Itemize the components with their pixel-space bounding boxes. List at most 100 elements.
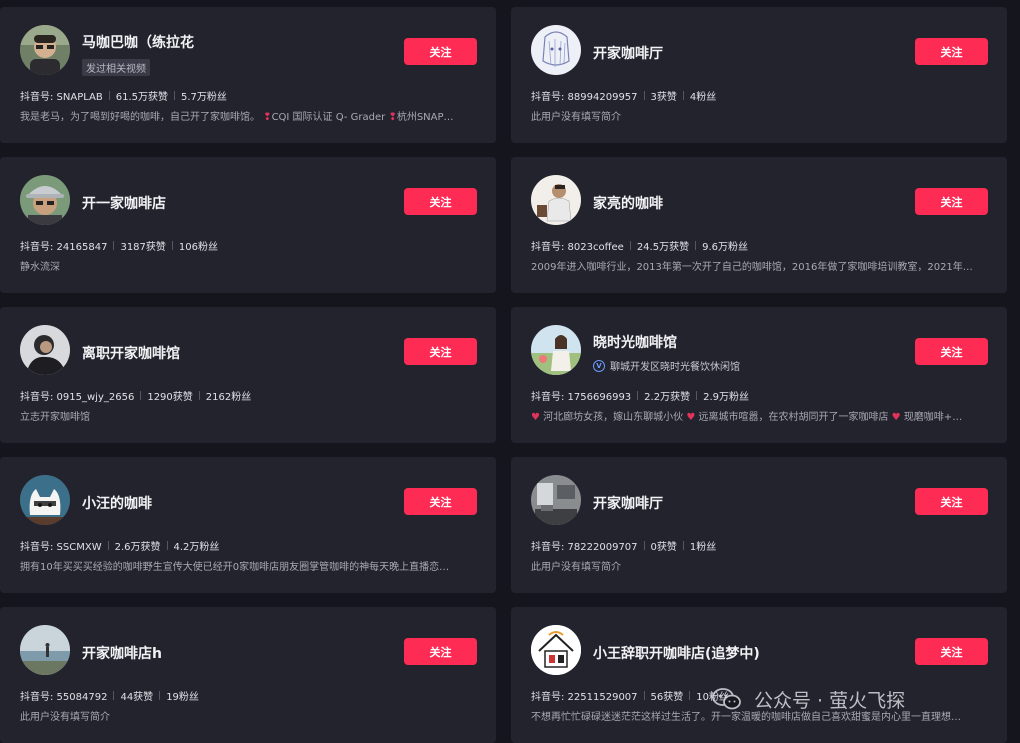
divider [637, 391, 639, 400]
divider [174, 91, 176, 100]
barista-avatar[interactable] [531, 175, 581, 225]
fans-count: 1粉丝 [689, 542, 717, 553]
heart-icon: ♥ [683, 412, 699, 423]
user-card-2[interactable]: 开家咖啡厅 关注 抖音号: 88994209957 3获赞 4粉丝 此用户没有填… [511, 7, 1007, 143]
likes-count: 1290获赞 [147, 392, 193, 403]
divider [643, 91, 645, 100]
fans-count: 19粉丝 [166, 692, 199, 703]
user-name[interactable]: 小汪的咖啡 [82, 493, 152, 513]
user-stats: 抖音号: 78222009707 0获赞 1粉丝 [531, 538, 716, 553]
divider [643, 541, 645, 550]
fans-count: 4.2万粉丝 [173, 542, 220, 553]
fans-count: 106粉丝 [178, 242, 218, 253]
follow-button[interactable]: 关注 [404, 38, 477, 65]
seaside-avatar[interactable] [20, 625, 70, 675]
user-name[interactable]: 开家咖啡厅 [593, 493, 663, 513]
woman-field-avatar[interactable] [531, 325, 581, 375]
user-name[interactable]: 家亮的咖啡 [593, 193, 663, 213]
user-bio: 此用户没有填写简介 [20, 712, 110, 723]
douyin-id: 抖音号: 55084792 [20, 692, 108, 703]
user-card-6[interactable]: 晓时光咖啡馆 V 聊城开发区晓时光餐饮休闲馆 关注 抖音号: 1756696993… [511, 307, 1007, 443]
logo-avatar[interactable] [531, 625, 581, 675]
divider [643, 691, 645, 700]
man-hat-avatar[interactable] [20, 175, 70, 225]
follow-button[interactable]: 关注 [915, 638, 988, 665]
user-bio: 立志开家咖啡馆 [20, 412, 90, 423]
follow-button[interactable]: 关注 [915, 188, 988, 215]
divider [682, 541, 684, 550]
fans-count: 2.9万粉丝 [703, 392, 749, 403]
verified-badge: V 聊城开发区晓时光餐饮休闲馆 [593, 358, 740, 373]
likes-count: 3获赞 [650, 92, 677, 103]
follow-button[interactable]: 关注 [915, 38, 988, 65]
follow-button[interactable]: 关注 [404, 638, 477, 665]
fans-count: 4粉丝 [689, 92, 717, 103]
fans-count: 5.7万粉丝 [181, 92, 227, 103]
follow-button[interactable]: 关注 [404, 188, 477, 215]
watermark: 公众号 · 萤火飞探 [712, 684, 905, 714]
divider [113, 691, 115, 700]
douyin-id: 抖音号: 1756696993 [531, 392, 632, 403]
interior-avatar[interactable] [531, 475, 581, 525]
user-bio: 拥有10年买买买经验的咖啡野生宣传大使已经开0家咖啡店朋友圈掌管咖啡的神每天晚上… [20, 562, 450, 573]
user-name[interactable]: 小王辞职开咖啡店(追梦中) [593, 643, 760, 663]
likes-count: 24.5万获赞 [636, 242, 690, 253]
user-name[interactable]: 离职开家咖啡馆 [82, 343, 180, 363]
heart-icon: ♥ [531, 412, 544, 423]
follow-button[interactable]: 关注 [404, 488, 477, 515]
pin-icon: ❢ [260, 112, 272, 123]
verified-icon: V [593, 359, 605, 372]
likes-count: 61.5万获赞 [115, 92, 169, 103]
douyin-id: 抖音号: SNAPLAB [20, 92, 103, 103]
follow-button[interactable]: 关注 [404, 338, 477, 365]
user-stats: 抖音号: 0915_wjy_2656 1290获赞 2162粉丝 [20, 388, 251, 403]
user-card-10[interactable]: 小王辞职开咖啡店(追梦中) 关注 抖音号: 22511529007 56获赞 1… [511, 607, 1007, 743]
anime-sketch-avatar[interactable] [531, 25, 581, 75]
divider [629, 241, 631, 250]
likes-count: 44获赞 [120, 692, 154, 703]
user-bio: 我是老马，为了喝到好喝的咖啡，自己开了家咖啡馆。 ❢CQI 国际认证 Q- Gr… [20, 112, 454, 123]
user-stats: 抖音号: SSCMXW 2.6万获赞 4.2万粉丝 [20, 538, 219, 553]
user-name[interactable]: 开一家咖啡店 [82, 193, 166, 213]
user-card-4[interactable]: 家亮的咖啡 关注 抖音号: 8023coffee 24.5万获赞 9.6万粉丝 … [511, 157, 1007, 293]
user-bio: 此用户没有填写简介 [531, 112, 621, 123]
user-card-1[interactable]: 马咖巴咖（练拉花 发过相关视频 关注 抖音号: SNAPLAB 61.5万获赞 … [0, 7, 496, 143]
user-stats: 抖音号: 1756696993 2.2万获赞 2.9万粉丝 [531, 388, 749, 403]
user-bio: 静水流深 [20, 262, 60, 273]
man-glasses-avatar[interactable] [20, 25, 70, 75]
divider [198, 391, 200, 400]
divider [159, 691, 161, 700]
divider [695, 241, 697, 250]
likes-count: 0获赞 [650, 542, 677, 553]
divider [166, 541, 168, 550]
user-card-7[interactable]: 小汪的咖啡 关注 抖音号: SSCMXW 2.6万获赞 4.2万粉丝 拥有10年… [0, 457, 496, 593]
douyin-id: 抖音号: 24165847 [20, 242, 108, 253]
douyin-id: 抖音号: 8023coffee [531, 242, 624, 253]
follow-button[interactable]: 关注 [915, 488, 988, 515]
fans-count: 2162粉丝 [205, 392, 252, 403]
douyin-id: 抖音号: 0915_wjy_2656 [20, 392, 135, 403]
divider [113, 241, 115, 250]
divider [108, 91, 110, 100]
user-card-8[interactable]: 开家咖啡厅 关注 抖音号: 78222009707 0获赞 1粉丝 此用户没有填… [511, 457, 1007, 593]
person-dark-avatar[interactable] [20, 325, 70, 375]
user-name[interactable]: 晓时光咖啡馆 [593, 332, 677, 352]
user-name[interactable]: 开家咖啡厅 [593, 43, 663, 63]
divider [107, 541, 109, 550]
cat-avatar[interactable] [20, 475, 70, 525]
user-stats: 抖音号: 8023coffee 24.5万获赞 9.6万粉丝 [531, 238, 748, 253]
user-card-5[interactable]: 离职开家咖啡馆 关注 抖音号: 0915_wjy_2656 1290获赞 216… [0, 307, 496, 443]
user-card-9[interactable]: 开家咖啡店h 关注 抖音号: 55084792 44获赞 19粉丝 此用户没有填… [0, 607, 496, 743]
wechat-icon [712, 688, 741, 710]
divider [171, 241, 173, 250]
follow-button[interactable]: 关注 [915, 338, 988, 365]
douyin-id: 抖音号: 22511529007 [531, 692, 638, 703]
likes-count: 56获赞 [650, 692, 684, 703]
fans-count: 9.6万粉丝 [702, 242, 748, 253]
user-name[interactable]: 开家咖啡店h [82, 643, 162, 663]
douyin-id: 抖音号: 78222009707 [531, 542, 638, 553]
divider [140, 391, 142, 400]
user-name[interactable]: 马咖巴咖（练拉花 [82, 32, 194, 52]
user-card-3[interactable]: 开一家咖啡店 关注 抖音号: 24165847 3187获赞 106粉丝 静水流… [0, 157, 496, 293]
divider [682, 91, 684, 100]
